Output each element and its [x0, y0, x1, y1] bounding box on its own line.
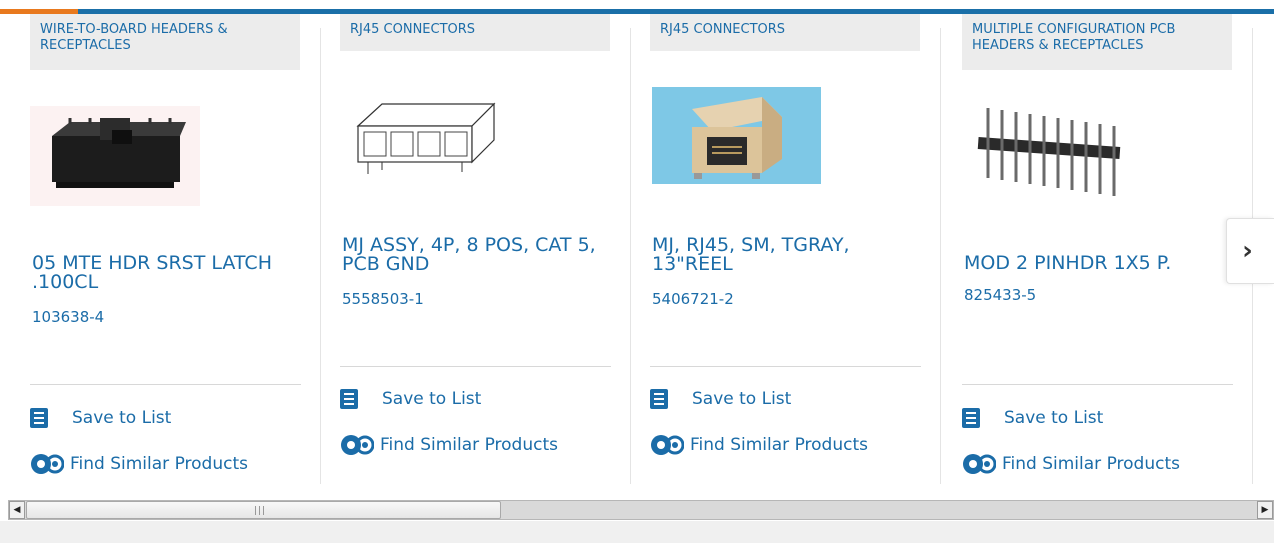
carousel-next-button[interactable]: ›	[1226, 218, 1274, 284]
save-to-list-button[interactable]: Save to List	[30, 408, 171, 428]
product-carousel: WIRE-TO-BOARD HEADERS & RECEPTACLES 05 M…	[0, 14, 1274, 490]
product-title[interactable]: 05 MTE HDR SRST LATCH .100CL	[32, 254, 292, 292]
horizontal-scrollbar[interactable]: ◀ ▶	[8, 500, 1274, 520]
checklist-icon	[30, 408, 48, 428]
find-similar-label: Find Similar Products	[690, 435, 868, 455]
divider-line	[30, 384, 301, 385]
product-card: MULTIPLE CONFIGURATION PCB HEADERS & REC…	[932, 14, 1242, 490]
footer-area	[0, 521, 1274, 543]
similar-gears-icon	[963, 454, 996, 474]
scrollbar-grip-icon	[255, 506, 264, 515]
save-to-list-button[interactable]: Save to List	[340, 389, 481, 409]
scroll-right-arrow-icon[interactable]: ▶	[1257, 501, 1273, 519]
save-to-list-label: Save to List	[382, 389, 482, 409]
product-title[interactable]: MOD 2 PINHDR 1X5 P.	[964, 254, 1224, 273]
similar-gears-icon	[651, 435, 684, 455]
category-label[interactable]: RJ45 CONNECTORS	[650, 14, 920, 51]
save-to-list-label: Save to List	[1004, 408, 1104, 428]
save-to-list-label: Save to List	[692, 389, 792, 409]
similar-gears-icon	[341, 435, 374, 455]
product-image[interactable]	[974, 98, 1124, 208]
category-label[interactable]: WIRE-TO-BOARD HEADERS & RECEPTACLES	[30, 14, 300, 70]
find-similar-button[interactable]: Find Similar Products	[30, 452, 248, 476]
save-to-list-button[interactable]: Save to List	[962, 408, 1103, 428]
product-title[interactable]: MJ ASSY, 4P, 8 POS, CAT 5, PCB GND	[342, 236, 602, 274]
product-title[interactable]: MJ, RJ45, SM, TGRAY, 13"REEL	[652, 236, 912, 274]
find-similar-label: Find Similar Products	[1002, 454, 1180, 474]
find-similar-button[interactable]: Find Similar Products	[650, 433, 868, 457]
find-similar-button[interactable]: Find Similar Products	[962, 452, 1180, 476]
product-card: RJ45 CONNECTORS MJ ASSY, 4P, 8 POS, CAT …	[310, 14, 620, 490]
find-similar-label: Find Similar Products	[70, 454, 248, 474]
product-image[interactable]	[652, 87, 821, 184]
product-card: WIRE-TO-BOARD HEADERS & RECEPTACLES 05 M…	[0, 14, 310, 490]
product-card: RJ45 CONNECTORS MJ, RJ45, SM, TGRAY, 13"…	[620, 14, 930, 490]
similar-gears-icon	[31, 454, 64, 474]
save-to-list-label: Save to List	[72, 408, 172, 428]
checklist-icon	[962, 408, 980, 428]
product-image[interactable]	[352, 94, 498, 184]
divider-line	[340, 366, 611, 367]
part-number[interactable]: 825433-5	[964, 286, 1036, 304]
category-label[interactable]: RJ45 CONNECTORS	[340, 14, 610, 51]
checklist-icon	[650, 389, 668, 409]
part-number[interactable]: 5558503-1	[342, 290, 424, 308]
scroll-left-arrow-icon[interactable]: ◀	[9, 501, 25, 519]
part-number[interactable]: 103638-4	[32, 308, 104, 326]
category-label[interactable]: MULTIPLE CONFIGURATION PCB HEADERS & REC…	[962, 14, 1232, 70]
scrollbar-thumb[interactable]	[26, 501, 501, 519]
find-similar-button[interactable]: Find Similar Products	[340, 433, 558, 457]
save-to-list-button[interactable]: Save to List	[650, 389, 791, 409]
part-number[interactable]: 5406721-2	[652, 290, 734, 308]
checklist-icon	[340, 389, 358, 409]
find-similar-label: Find Similar Products	[380, 435, 558, 455]
product-image[interactable]	[30, 106, 200, 206]
divider-line	[962, 384, 1233, 385]
chevron-right-icon: ›	[1242, 236, 1253, 266]
divider-line	[650, 366, 921, 367]
